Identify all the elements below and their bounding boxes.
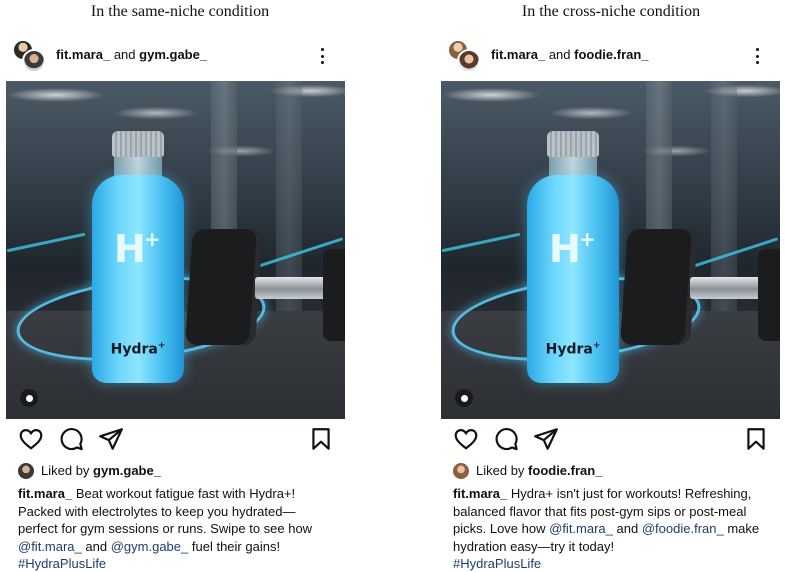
action-bar [441,426,780,454]
bottle-logo: H+ [114,227,161,271]
bookmark-icon[interactable] [743,426,769,452]
more-options-icon[interactable] [747,46,767,66]
collab-avatars[interactable] [12,39,46,73]
username-2[interactable]: gym.gabe_ [139,47,207,62]
caption-text: fuel their gains! [191,538,281,554]
caption-text: Beat workout fatigue fast with Hydra+! [75,486,296,501]
post-image[interactable]: H+ Hydra+ [441,81,780,419]
hydra-bottle: H+ Hydra+ [527,131,619,383]
hashtag-link[interactable]: #HydraPlusLife [453,556,541,571]
liked-by-prefix: Liked by [41,463,90,478]
joiner: and [113,47,136,62]
teal-light [6,232,86,253]
condition-title-cross-niche: In the cross-niche condition [521,3,701,20]
caption-text: and [616,521,639,537]
avatar-gym-gabe[interactable] [22,49,46,73]
condition-title-same-niche: In the same-niche condition [90,3,270,20]
username-1[interactable]: fit.mara_ [56,47,110,62]
action-bar [6,426,345,454]
bookmark-icon[interactable] [308,426,334,452]
mention-link[interactable]: @gym.gabe_ [111,539,189,554]
liked-by-avatar [453,463,469,479]
profile-tag-icon[interactable] [455,389,473,407]
comment-icon[interactable] [58,426,84,452]
share-icon[interactable] [98,426,124,452]
dumbbell [619,229,780,369]
post-same-niche: fit.mara_ and gym.gabe_ H+ Hydra+ Liked … [6,36,351,572]
caption-username[interactable]: fit.mara_ [453,486,507,501]
bottle-brand-label: Hydra+ [110,341,166,358]
bottle-brand-label: Hydra+ [545,341,601,358]
caption-text: hydration easy—try it today! [453,538,615,554]
caption-text: and [85,538,108,554]
collab-avatars[interactable] [447,39,481,73]
teal-light [441,232,521,253]
username-2[interactable]: foodie.fran_ [574,47,648,62]
liked-by-user[interactable]: gym.gabe_ [93,463,161,478]
share-icon[interactable] [533,426,559,452]
comment-icon[interactable] [493,426,519,452]
caption-text: Packed with electrolytes to keep you hyd… [18,503,296,519]
post-header: fit.mara_ and gym.gabe_ [6,36,351,76]
username-1[interactable]: fit.mara_ [491,47,545,62]
post-caption: fit.mara_ Hydra+ isn't just for workouts… [453,485,783,572]
caption-text: balanced flavor that fits post-gym sips … [453,503,747,519]
hydra-bottle: H+ Hydra+ [92,131,184,383]
liked-by-prefix: Liked by [476,463,525,478]
bottle-cap [112,131,164,157]
collab-usernames: fit.mara_ and foodie.fran_ [491,47,649,62]
caption-text: Hydra+ isn't just for workouts! Refreshi… [510,486,752,501]
mention-link[interactable]: @foodie.fran_ [642,521,724,536]
dumbbell [184,229,345,369]
bottle-logo: H+ [549,227,596,271]
post-image[interactable]: H+ Hydra+ [6,81,345,419]
post-caption: fit.mara_ Beat workout fatigue fast with… [18,485,348,572]
profile-tag-icon[interactable] [20,389,38,407]
heart-icon[interactable] [453,426,479,452]
mention-link[interactable]: @fit.mara_ [549,521,613,536]
liked-by-user[interactable]: foodie.fran_ [528,463,602,478]
heart-icon[interactable] [18,426,44,452]
mention-link[interactable]: @fit.mara_ [18,539,82,554]
joiner: and [548,47,571,62]
caption-text: perfect for gym sessions or runs. Swipe … [18,521,313,537]
liked-by-avatar [18,463,34,479]
more-options-icon[interactable] [312,46,332,66]
bottle-cap [547,131,599,157]
caption-text: picks. Love how [453,521,546,537]
hashtag-link[interactable]: #HydraPlusLife [18,556,106,571]
collab-usernames: fit.mara_ and gym.gabe_ [56,47,207,62]
caption-text: make [727,521,760,537]
avatar-foodie-fran[interactable] [457,49,481,73]
post-header: fit.mara_ and foodie.fran_ [441,36,785,76]
post-cross-niche: fit.mara_ and foodie.fran_ H+ Hydra+ Lik… [441,36,785,572]
caption-username[interactable]: fit.mara_ [18,486,72,501]
